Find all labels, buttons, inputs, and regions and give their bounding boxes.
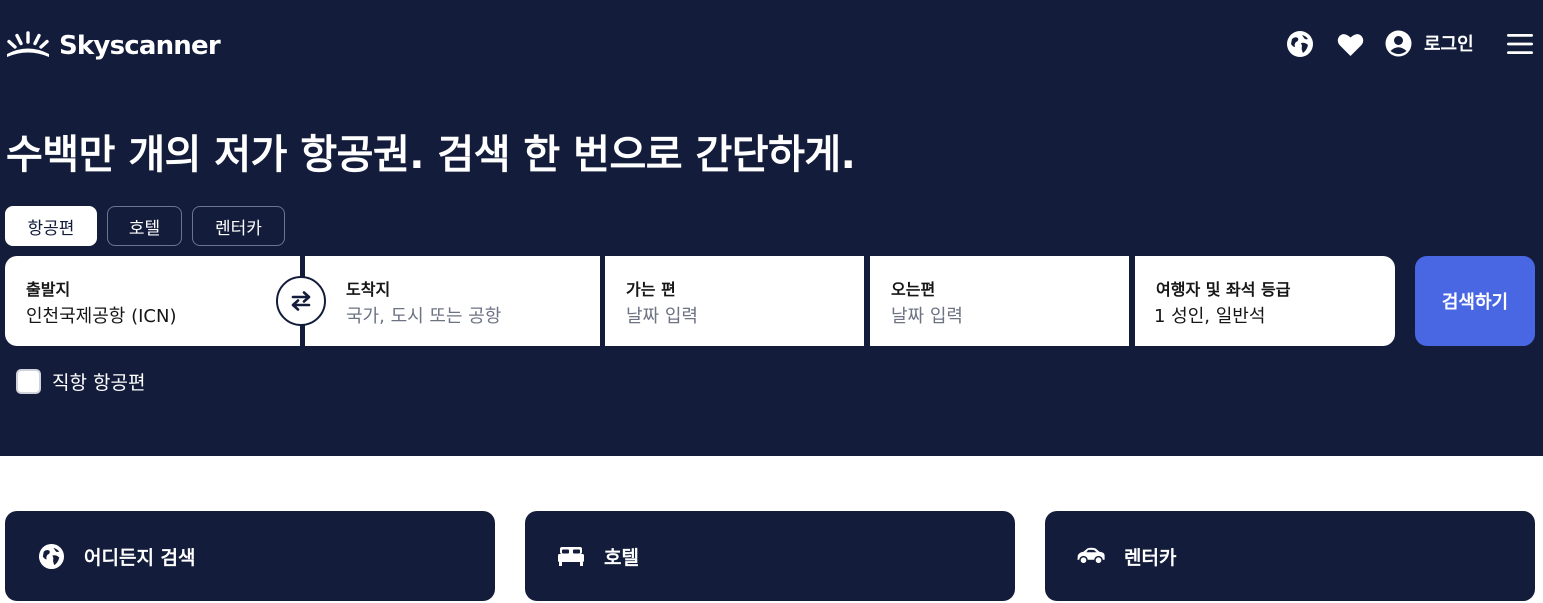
heart-icon xyxy=(1337,33,1363,56)
swap-locations-button[interactable] xyxy=(276,276,326,326)
login-button[interactable]: 로그인 xyxy=(1385,29,1474,57)
destination-label: 도착지 xyxy=(346,280,391,299)
travellers-field[interactable]: 여행자 및 좌석 등급 1 성인, 일반석 xyxy=(1135,256,1395,346)
search-button[interactable]: 검색하기 xyxy=(1415,256,1535,346)
origin-field[interactable]: 출발지 인천국제공항 (ICN) xyxy=(5,256,300,346)
menu-icon xyxy=(1507,34,1533,54)
tab-car-hire[interactable]: 렌터카 xyxy=(192,206,285,246)
return-placeholder: 날짜 입력 xyxy=(891,306,963,327)
origin-value: 인천국제공항 (ICN) xyxy=(26,306,177,327)
swap-arrows-icon xyxy=(291,291,311,311)
travellers-value: 1 성인, 일반석 xyxy=(1154,306,1266,327)
bed-icon xyxy=(556,541,586,571)
login-label: 로그인 xyxy=(1424,34,1474,55)
hotels-card[interactable]: 호텔 xyxy=(525,511,1015,601)
explore-everywhere-card[interactable]: 어디든지 검색 xyxy=(5,511,495,601)
language-button[interactable] xyxy=(1286,30,1314,58)
direct-flights-checkbox[interactable] xyxy=(16,368,41,394)
depart-placeholder: 날짜 입력 xyxy=(626,306,698,327)
globe-icon xyxy=(1287,31,1313,57)
card-label: 호텔 xyxy=(604,546,639,569)
depart-date-field[interactable]: 가는 편 날짜 입력 xyxy=(605,256,864,346)
tab-flights[interactable]: 항공편 xyxy=(5,206,97,246)
car-hire-card[interactable]: 렌터카 xyxy=(1045,511,1535,601)
saved-button[interactable] xyxy=(1336,30,1364,58)
menu-button[interactable] xyxy=(1506,30,1534,58)
hero-section: Skyscanner 로그인 수백만 개의 저가 항공권. 검색 한 번으로 간… xyxy=(0,0,1543,456)
card-label: 렌터카 xyxy=(1124,546,1177,569)
return-label: 오는편 xyxy=(891,280,936,299)
brand-name: Skyscanner xyxy=(59,31,221,61)
return-date-field[interactable]: 오는편 날짜 입력 xyxy=(870,256,1129,346)
travellers-label: 여행자 및 좌석 등급 xyxy=(1156,280,1291,299)
direct-flights-option[interactable]: 직항 항공편 xyxy=(5,368,145,394)
account-icon xyxy=(1385,30,1412,56)
destination-placeholder: 국가, 도시 또는 공항 xyxy=(346,306,502,327)
sunrise-logo-icon xyxy=(7,31,49,57)
card-label: 어디든지 검색 xyxy=(84,546,196,569)
origin-label: 출발지 xyxy=(26,280,71,299)
direct-flights-label: 직항 항공편 xyxy=(52,371,146,394)
car-icon xyxy=(1076,541,1106,571)
depart-label: 가는 편 xyxy=(626,280,676,299)
skyscanner-logo[interactable]: Skyscanner xyxy=(5,26,221,66)
globe-icon xyxy=(36,541,66,571)
page-title: 수백만 개의 저가 항공권. 검색 한 번으로 간단하게. xyxy=(6,132,856,178)
destination-field[interactable]: 도착지 국가, 도시 또는 공항 xyxy=(305,256,600,346)
tab-hotels[interactable]: 호텔 xyxy=(107,206,182,246)
